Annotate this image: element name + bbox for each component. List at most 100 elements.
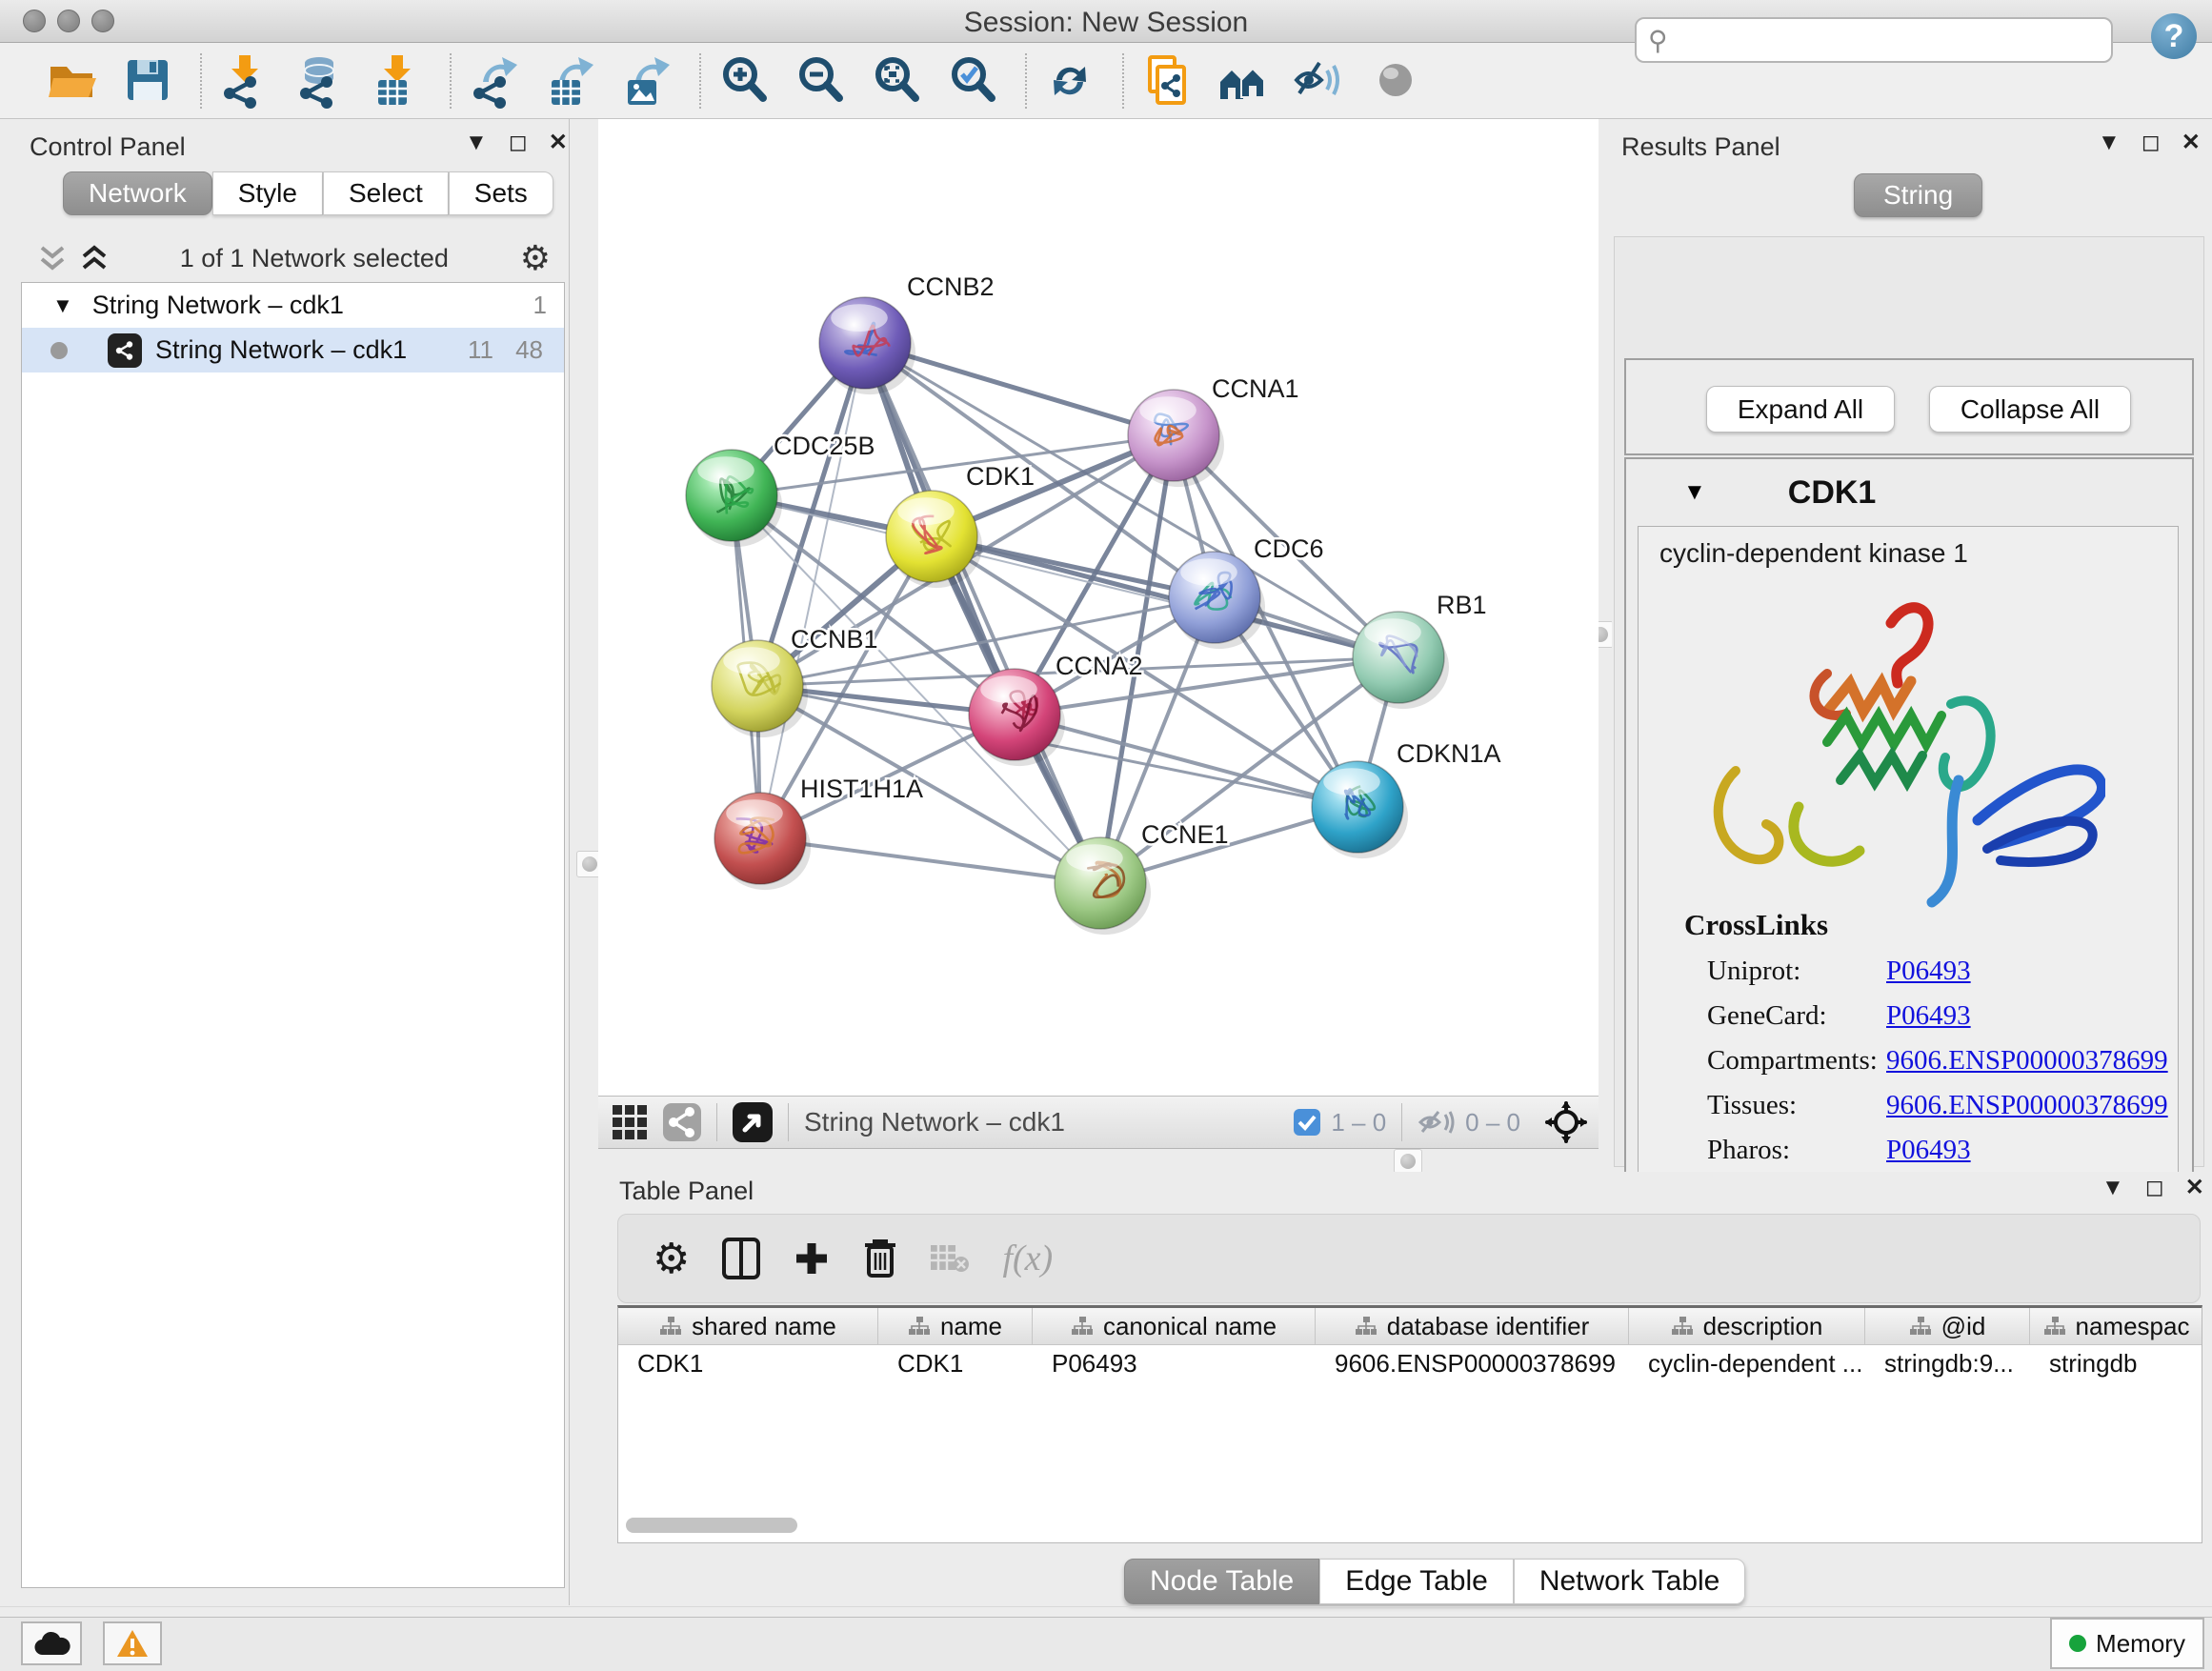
table-settings-gear-icon[interactable]: ⚙: [653, 1235, 690, 1283]
network-share-icon[interactable]: [663, 1103, 701, 1141]
home-button[interactable]: [1214, 51, 1273, 111]
save-session-button[interactable]: [118, 51, 177, 111]
table-cell[interactable]: cyclin-dependent ...: [1629, 1349, 1865, 1379]
node-HIST1H1A[interactable]: HIST1H1A: [714, 775, 923, 890]
protein-header[interactable]: ▼ CDK1: [1626, 459, 2192, 526]
refresh-button[interactable]: [1040, 51, 1099, 111]
sphere-button[interactable]: [1366, 51, 1425, 111]
float-table-button[interactable]: ▼: [2101, 1175, 2124, 1201]
memory-button[interactable]: Memory: [2050, 1618, 2204, 1669]
maximize-table-button[interactable]: ◻: [2145, 1174, 2164, 1201]
zoom-in-button[interactable]: [714, 51, 774, 111]
delete-column-trash-icon[interactable]: [863, 1238, 897, 1279]
crosslink-row: Pharos: P06493: [1707, 1135, 2178, 1166]
cloud-button[interactable]: [21, 1621, 82, 1665]
tab-network[interactable]: Network: [63, 171, 212, 215]
tab-sets[interactable]: Sets: [449, 171, 553, 215]
close-table-button[interactable]: ✕: [2185, 1174, 2204, 1201]
edge-HIST1H1A-CCNE1[interactable]: [760, 838, 1100, 883]
control-panel: Control Panel ▼ ◻ ✕ Network Style Select…: [0, 119, 570, 1605]
network-tree: ▼ String Network – cdk1 1 String Network…: [21, 282, 565, 1588]
column-header-name[interactable]: name: [878, 1308, 1033, 1344]
maximize-panel-button[interactable]: ◻: [509, 129, 528, 156]
table-cell[interactable]: P06493: [1033, 1349, 1316, 1379]
table-cell[interactable]: 9606.ENSP00000378699: [1316, 1349, 1629, 1379]
warning-button[interactable]: [103, 1621, 162, 1665]
table-cell[interactable]: stringdb: [2030, 1349, 2202, 1379]
grid-mode-icon[interactable]: [612, 1104, 648, 1140]
collapse-all-icon[interactable]: [38, 242, 67, 274]
open-session-button[interactable]: [42, 51, 101, 111]
help-button[interactable]: ?: [2151, 13, 2197, 59]
crosslink-label: Pharos:: [1707, 1135, 1886, 1166]
tab-network-table[interactable]: Network Table: [1514, 1559, 1746, 1604]
tab-style[interactable]: Style: [212, 171, 323, 215]
crosslink-link[interactable]: 9606.ENSP00000378699: [1886, 1045, 2168, 1077]
node-CCNA1[interactable]: CCNA1: [1128, 374, 1299, 487]
expand-collapse-box: Expand All Collapse All: [1624, 358, 2194, 455]
table-cell[interactable]: CDK1: [618, 1349, 878, 1379]
search-input[interactable]: [1676, 25, 2111, 56]
edge-CCNB2-HIST1H1A[interactable]: [760, 343, 865, 838]
crosslink-link[interactable]: P06493: [1886, 1135, 1971, 1166]
hide-display-button[interactable]: [1290, 51, 1349, 111]
node-RB1[interactable]: RB1: [1353, 591, 1487, 709]
network-canvas[interactable]: CCNB2 CCNA1 CDC25B CDK1 CDC6 RB1 CCNB1 C…: [598, 119, 1599, 1096]
expand-all-button[interactable]: Expand All: [1706, 386, 1895, 433]
zoom-selected-button[interactable]: [943, 51, 1002, 111]
table-row[interactable]: CDK1CDK1P064939606.ENSP00000378699cyclin…: [618, 1345, 2202, 1381]
network-options-gear-icon[interactable]: ⚙: [520, 238, 551, 278]
table-horizontal-scrollbar[interactable]: [626, 1518, 797, 1533]
node-CDKN1A[interactable]: CDKN1A: [1312, 739, 1501, 858]
search-box[interactable]: ⚲: [1635, 17, 2113, 63]
zoom-out-button[interactable]: [791, 51, 850, 111]
show-columns-icon[interactable]: [722, 1238, 760, 1279]
column-header-namespac[interactable]: namespac: [2030, 1308, 2202, 1344]
column-header--id[interactable]: @id: [1865, 1308, 2030, 1344]
collapse-all-button[interactable]: Collapse All: [1929, 386, 2131, 433]
column-header-database-identifier[interactable]: database identifier: [1316, 1308, 1629, 1344]
close-results-button[interactable]: ✕: [2182, 129, 2201, 156]
column-header-description[interactable]: description: [1629, 1308, 1865, 1344]
export-network-button[interactable]: [465, 51, 524, 111]
string-import-button[interactable]: [1137, 51, 1196, 111]
tab-select[interactable]: Select: [323, 171, 449, 215]
table-cell[interactable]: CDK1: [878, 1349, 1033, 1379]
tab-node-table[interactable]: Node Table: [1124, 1559, 1319, 1604]
crosslink-link[interactable]: 9606.ENSP00000378699: [1886, 1090, 2168, 1121]
tab-string[interactable]: String: [1854, 173, 1982, 217]
network-collection-row[interactable]: ▼ String Network – cdk1 1: [22, 283, 564, 328]
search-icon: ⚲: [1648, 25, 1668, 56]
tab-edge-table[interactable]: Edge Table: [1319, 1559, 1514, 1604]
selected-checkbox-icon[interactable]: [1293, 1108, 1321, 1137]
float-panel-button[interactable]: ▼: [465, 130, 488, 156]
hidden-eye-icon[interactable]: [1418, 1107, 1456, 1137]
node-table[interactable]: shared namenamecanonical namedatabase id…: [617, 1305, 2202, 1543]
column-header-canonical-name[interactable]: canonical name: [1033, 1308, 1316, 1344]
crosslink-link[interactable]: P06493: [1886, 956, 1971, 987]
horizontal-splitter-handle[interactable]: [1394, 1149, 1422, 1174]
network-view-title: String Network – cdk1: [804, 1107, 1065, 1137]
export-image-button[interactable]: [617, 51, 676, 111]
control-panel-title: Control Panel: [30, 132, 186, 162]
import-network-database-button[interactable]: [292, 51, 351, 111]
protein-expander-icon[interactable]: ▼: [1683, 479, 1706, 506]
import-table-button[interactable]: [368, 51, 427, 111]
zoom-fit-button[interactable]: [867, 51, 926, 111]
crosslink-link[interactable]: P06493: [1886, 1000, 1971, 1032]
maximize-results-button[interactable]: ◻: [2142, 129, 2161, 156]
close-panel-button[interactable]: ✕: [549, 129, 568, 156]
network-row-selected[interactable]: String Network – cdk1 11 48: [22, 328, 564, 372]
collection-expander-icon[interactable]: ▼: [52, 293, 73, 318]
navigator-crosshair-icon[interactable]: [1545, 1101, 1587, 1143]
export-table-button[interactable]: [541, 51, 600, 111]
table-cell[interactable]: stringdb:9...: [1865, 1349, 2030, 1379]
import-network-file-button[interactable]: [215, 51, 274, 111]
column-header-shared-name[interactable]: shared name: [618, 1308, 878, 1344]
node-CDK1[interactable]: CDK1: [886, 462, 1035, 588]
protein-structure-image: [1686, 580, 2105, 914]
birds-eye-view-icon[interactable]: [733, 1102, 773, 1142]
float-results-button[interactable]: ▼: [2098, 130, 2121, 156]
expand-all-icon[interactable]: [80, 242, 109, 274]
add-column-plus-icon[interactable]: [793, 1239, 831, 1278]
